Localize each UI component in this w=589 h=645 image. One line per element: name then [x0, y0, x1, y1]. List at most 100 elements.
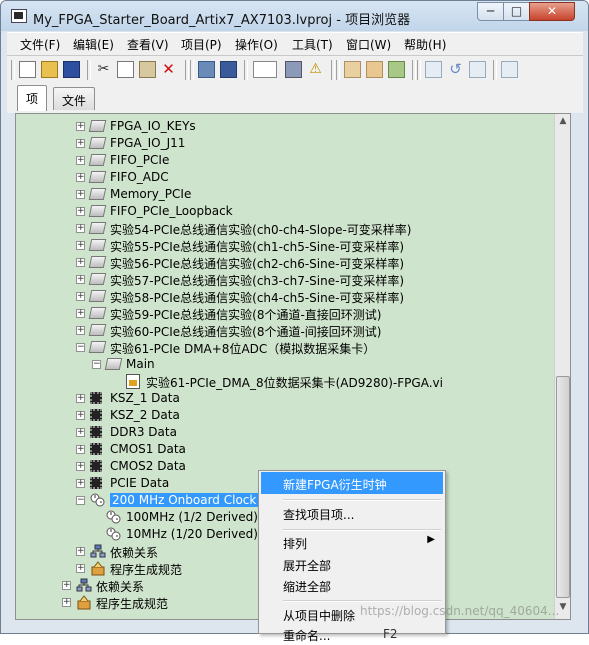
tree-item-label: FIFO_ADC: [110, 170, 169, 184]
tree-item[interactable]: + FPGA_IO_KEYs: [16, 118, 552, 135]
expand-icon[interactable]: [366, 61, 383, 78]
build-icon[interactable]: [285, 61, 302, 78]
menu-expand-all[interactable]: 展开全部: [261, 553, 443, 575]
delete-icon[interactable]: ✕: [160, 61, 177, 78]
warning-icon[interactable]: ⚠: [307, 61, 324, 78]
expand-icon[interactable]: +: [76, 394, 85, 403]
scrollbar-thumb[interactable]: [556, 376, 570, 598]
folder-icon: [88, 239, 107, 251]
toolbar-separator: [493, 60, 497, 80]
expand-icon[interactable]: +: [76, 156, 85, 165]
menu-view[interactable]: 查看(V): [127, 36, 169, 53]
tree-item[interactable]: + KSZ_2 Data: [16, 407, 552, 424]
expand-icon[interactable]: +: [76, 411, 85, 420]
expand-icon[interactable]: +: [76, 445, 85, 454]
collapse-icon[interactable]: −: [76, 343, 85, 352]
toolbar-separator: [244, 60, 248, 80]
menu-find-project-items[interactable]: 查找项目项...: [261, 502, 443, 524]
menu-help[interactable]: 帮助(H): [404, 36, 446, 53]
expand-icon[interactable]: +: [76, 547, 85, 556]
tree-item[interactable]: + 实验59-PCIe总线通信实验(8个通道-直接回环测试): [16, 305, 552, 322]
expand-icon[interactable]: +: [76, 462, 85, 471]
title-bar[interactable]: My_FPGA_Starter_Board_Artix7_AX7103.lvpr…: [1, 1, 588, 31]
menu-collapse-all[interactable]: 缩进全部: [261, 574, 443, 596]
tree-item[interactable]: + 实验58-PCIe总线通信实验(ch4-ch5-Sine-可变采样率): [16, 288, 552, 305]
menu-window[interactable]: 窗口(W): [346, 36, 391, 53]
tree-item[interactable]: + DDR3 Data: [16, 424, 552, 441]
tree-item[interactable]: + KSZ_1 Data: [16, 390, 552, 407]
folder-icon: [88, 324, 107, 336]
tree-item-label: 实验58-PCIe总线通信实验(ch4-ch5-Sine-可变采样率): [110, 291, 405, 305]
menu-arrange[interactable]: 排列 ▶: [261, 531, 443, 553]
tree-item[interactable]: + Memory_PCIe: [16, 186, 552, 203]
expand-icon[interactable]: +: [76, 309, 85, 318]
tab-items[interactable]: 项: [17, 85, 48, 111]
tree-item[interactable]: + 实验54-PCIe总线通信实验(ch0-ch4-Slope-可变采样率): [16, 220, 552, 237]
close-button[interactable]: ✕: [529, 2, 575, 21]
undo-checkout-icon[interactable]: ↺: [447, 61, 464, 78]
expand-icon[interactable]: +: [76, 275, 85, 284]
cut-icon[interactable]: ✂: [95, 61, 112, 78]
save-project-icon[interactable]: [220, 61, 237, 78]
expand-icon[interactable]: +: [76, 479, 85, 488]
tree-item-label: 程序生成规范: [110, 563, 183, 577]
expand-icon[interactable]: +: [76, 564, 85, 573]
source-control-checkout-icon[interactable]: [425, 61, 442, 78]
toolbar-grip: [417, 60, 421, 80]
expand-icon[interactable]: +: [76, 326, 85, 335]
expand-icon[interactable]: +: [76, 428, 85, 437]
expand-icon[interactable]: +: [76, 190, 85, 199]
tree-item[interactable]: + FIFO_PCIe_Loopback: [16, 203, 552, 220]
add-to-source-control-icon[interactable]: [501, 61, 518, 78]
tree-item-label: 实验54-PCIe总线通信实验(ch0-ch4-Slope-可变采样率): [110, 223, 412, 237]
paste-icon[interactable]: [139, 61, 156, 78]
menu-new-fpga-derived-clock[interactable]: 新建FPGA衍生时钟: [261, 472, 443, 494]
tree-item[interactable]: + CMOS1 Data: [16, 441, 552, 458]
project-settings-icon[interactable]: [198, 61, 215, 78]
expand-icon[interactable]: +: [76, 139, 85, 148]
collapse-icon[interactable]: −: [92, 360, 101, 369]
tree-item[interactable]: 实验61-PCIe_DMA_8位数据采集卡(AD9280)-FPGA.vi: [16, 373, 552, 390]
tree-item[interactable]: + 实验60-PCIe总线通信实验(8个通道-间接回环测试): [16, 322, 552, 339]
menu-operate[interactable]: 操作(O): [235, 36, 278, 53]
tree-item[interactable]: − Main: [16, 356, 552, 373]
tree-item[interactable]: + FIFO_ADC: [16, 169, 552, 186]
vertical-scrollbar[interactable]: ▲ ▼: [554, 114, 570, 619]
sort-icon[interactable]: [344, 61, 361, 78]
tree-item-label: 实验56-PCIe总线通信实验(ch2-ch6-Sine-可变采样率): [110, 257, 405, 271]
expand-icon[interactable]: +: [76, 122, 85, 131]
menu-file[interactable]: 文件(F): [20, 36, 60, 53]
menu-rename[interactable]: 重命名... F2: [261, 623, 443, 645]
expand-icon[interactable]: +: [62, 581, 71, 590]
tree-item[interactable]: + FPGA_IO_J11: [16, 135, 552, 152]
menu-tools[interactable]: 工具(T): [292, 36, 333, 53]
expand-icon[interactable]: +: [76, 258, 85, 267]
expand-icon[interactable]: +: [76, 207, 85, 216]
scroll-up-icon[interactable]: ▲: [557, 116, 569, 130]
copy-icon[interactable]: [117, 61, 134, 78]
tab-files[interactable]: 文件: [53, 87, 96, 110]
expand-icon[interactable]: +: [62, 598, 71, 607]
new-icon[interactable]: [19, 61, 36, 78]
tree-item[interactable]: − 实验61-PCIe DMA+8位ADC（模拟数据采集卡）: [16, 339, 552, 356]
save-all-icon[interactable]: [63, 61, 80, 78]
expand-icon[interactable]: +: [76, 292, 85, 301]
expand-icon[interactable]: +: [76, 173, 85, 182]
tree-item[interactable]: + FIFO_PCIe: [16, 152, 552, 169]
minimize-button[interactable]: ─: [477, 2, 504, 21]
menu-project[interactable]: 项目(P): [181, 36, 222, 53]
tree-item-label: 实验57-PCIe总线通信实验(ch3-ch7-Sine-可变采样率): [110, 274, 405, 288]
collapse-icon[interactable]: [388, 61, 405, 78]
open-icon[interactable]: [41, 61, 58, 78]
tree-item[interactable]: + 实验57-PCIe总线通信实验(ch3-ch7-Sine-可变采样率): [16, 271, 552, 288]
collapse-icon[interactable]: −: [76, 496, 85, 505]
expand-icon[interactable]: +: [76, 224, 85, 233]
tree-item[interactable]: + 实验56-PCIe总线通信实验(ch2-ch6-Sine-可变采样率): [16, 254, 552, 271]
submenu-arrow-icon: ▶: [427, 534, 435, 545]
expand-icon[interactable]: +: [76, 241, 85, 250]
checkin-icon[interactable]: [469, 61, 486, 78]
view-dropdown-icon[interactable]: [253, 61, 277, 78]
tree-item[interactable]: + 实验55-PCIe总线通信实验(ch1-ch5-Sine-可变采样率): [16, 237, 552, 254]
maximize-button[interactable]: □: [503, 2, 530, 21]
menu-edit[interactable]: 编辑(E): [73, 36, 114, 53]
